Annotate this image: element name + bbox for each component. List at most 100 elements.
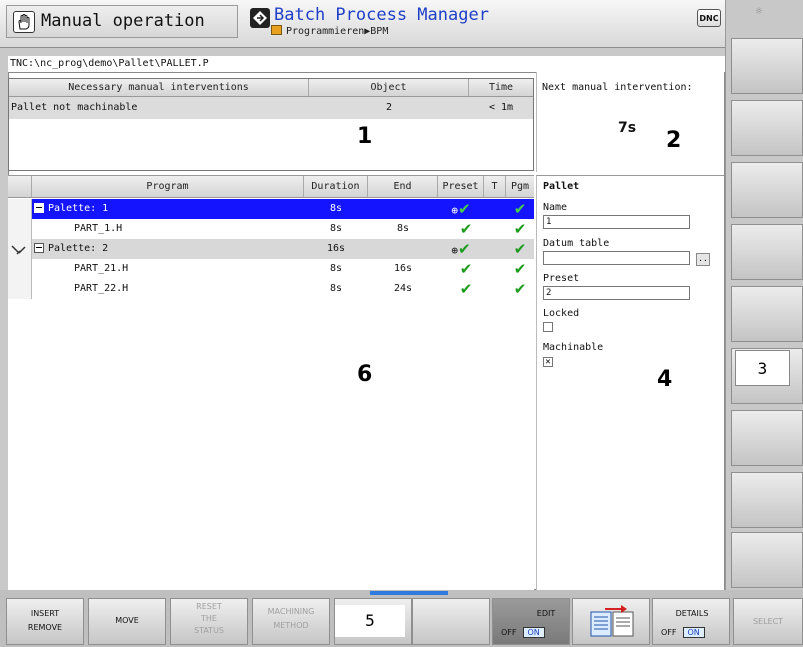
check-icon: ✔: [459, 260, 473, 278]
softkey-right-4[interactable]: [731, 224, 803, 280]
softkey-right-8[interactable]: [731, 472, 803, 528]
col-header-t[interactable]: T: [484, 176, 506, 198]
table-row[interactable]: PART_1.H 8s 8s ✔ ✔: [32, 219, 534, 239]
sun-icon: ☼: [755, 4, 763, 18]
machinable-label: Machinable: [543, 342, 604, 353]
softkey-page-indicator: [370, 591, 448, 595]
annotation-4: 4: [657, 367, 673, 392]
details-on-label: ON: [682, 627, 705, 638]
select-button[interactable]: SELECT: [733, 598, 803, 645]
name-label: Name: [543, 202, 568, 213]
col-header-end[interactable]: End: [368, 176, 438, 198]
end-cell: [368, 199, 438, 219]
details-label: DETAILS: [675, 609, 709, 618]
program-name: Palette: 1: [48, 203, 109, 214]
check-icon: ✔: [513, 280, 527, 298]
softkey-right-2[interactable]: [731, 100, 803, 156]
locked-checkbox[interactable]: [543, 322, 553, 332]
machining-label-2: METHOD: [273, 621, 309, 630]
program-table: Program Duration End Preset T Pgm Palett…: [8, 175, 534, 590]
col-header-blank: [8, 176, 32, 198]
intervention-time: < 1m: [488, 102, 514, 113]
table-row[interactable]: PART_21.H 8s 16s ✔ ✔: [32, 259, 534, 279]
next-intervention-value: 7s: [618, 120, 637, 136]
edit-toggle-button[interactable]: EDIT OFF ON: [492, 598, 570, 645]
dnc-button[interactable]: DNC: [697, 9, 721, 27]
edit-on-label: ON: [522, 627, 545, 638]
app-header: Batch Process Manager Programmieren▶BPM: [248, 5, 548, 38]
table-row[interactable]: Pallet not machinable 2 < 1m: [9, 97, 533, 119]
duration-cell: 8s: [329, 203, 343, 214]
check-icon: ✔: [459, 220, 473, 238]
reset-label-2: THE: [201, 614, 217, 623]
machining-label-1: MACHINING: [267, 607, 315, 616]
tool-icon: [11, 245, 26, 255]
check-icon: ✔: [513, 240, 527, 258]
view-layout-button[interactable]: [572, 598, 650, 645]
collapse-icon[interactable]: [34, 203, 44, 213]
program-name: Palette: 2: [48, 243, 109, 254]
table-row[interactable]: Palette: 1 8s ⊕✔ ✔: [32, 199, 534, 219]
col-header-pgm[interactable]: Pgm: [506, 176, 534, 198]
end-cell: 8s: [396, 223, 410, 234]
softkey-right-5[interactable]: [731, 286, 803, 342]
reset-label-3: STATUS: [193, 626, 224, 635]
check-icon: ✔: [459, 280, 473, 298]
insert-label: INSERT: [30, 609, 60, 618]
program-name: PART_21.H: [74, 263, 129, 274]
datum-table-label: Datum table: [543, 238, 610, 249]
mode-indicator: Manual operation: [6, 5, 238, 38]
softkey-right-7[interactable]: [731, 410, 803, 466]
preset-field[interactable]: 2: [543, 286, 690, 300]
reset-status-button[interactable]: RESET THE STATUS: [170, 598, 248, 645]
softkey-empty-2[interactable]: [412, 598, 490, 645]
softkey-right-1[interactable]: [731, 38, 803, 94]
breadcrumb[interactable]: Programmieren▶BPM: [286, 26, 388, 37]
col-header-duration[interactable]: Duration: [304, 176, 368, 198]
check-icon: ✔: [513, 220, 527, 238]
col-header-program[interactable]: Program: [32, 176, 304, 198]
check-icon: ✔: [458, 200, 471, 218]
hand-icon: [13, 11, 35, 33]
annotation-3: 3: [735, 350, 790, 386]
locked-label: Locked: [543, 308, 580, 319]
check-icon: ✔: [458, 240, 471, 258]
col-header-preset[interactable]: Preset: [438, 176, 484, 198]
row-gutter: [8, 199, 32, 299]
datum-table-field[interactable]: [543, 251, 690, 265]
col-header-object[interactable]: Object: [309, 79, 469, 97]
pallet-title: Pallet: [543, 181, 580, 192]
annotation-1: 1: [357, 124, 373, 149]
duration-cell: 8s: [329, 263, 343, 274]
browse-button[interactable]: ..: [696, 253, 710, 266]
edit-label: EDIT: [536, 609, 556, 618]
collapse-icon[interactable]: [34, 243, 44, 253]
next-intervention-label: Next manual intervention:: [542, 82, 693, 93]
program-name: PART_22.H: [74, 283, 129, 294]
interventions-table: Necessary manual interventions Object Ti…: [8, 78, 534, 171]
remove-label: REMOVE: [27, 623, 63, 632]
end-cell: [368, 239, 438, 259]
check-icon: ✔: [513, 200, 527, 218]
insert-remove-button[interactable]: INSERT REMOVE: [6, 598, 84, 645]
move-button[interactable]: MOVE: [88, 598, 166, 645]
col-header-time[interactable]: Time: [469, 79, 533, 97]
softkey-right-9[interactable]: [731, 532, 803, 588]
machinable-checkbox[interactable]: ✕: [543, 357, 553, 367]
end-cell: 24s: [393, 283, 413, 294]
machining-method-button[interactable]: MACHINING METHOD: [252, 598, 330, 645]
mode-title: Manual operation: [41, 11, 205, 31]
bpm-icon: [250, 8, 270, 28]
annotation-5: 5: [335, 605, 405, 637]
duration-cell: 8s: [329, 283, 343, 294]
table-row[interactable]: Palette: 2 16s ⊕✔ ✔: [32, 239, 534, 259]
details-off-label: OFF: [661, 628, 677, 637]
details-toggle-button[interactable]: DETAILS OFF ON: [652, 598, 730, 645]
intervention-text: Pallet not machinable: [11, 102, 138, 113]
annotation-6: 6: [357, 362, 373, 387]
name-field[interactable]: 1: [543, 215, 690, 229]
softkey-right-3[interactable]: [731, 162, 803, 218]
edit-off-label: OFF: [501, 628, 517, 637]
table-row[interactable]: PART_22.H 8s 24s ✔ ✔: [32, 279, 534, 299]
col-header-interventions[interactable]: Necessary manual interventions: [9, 79, 309, 97]
